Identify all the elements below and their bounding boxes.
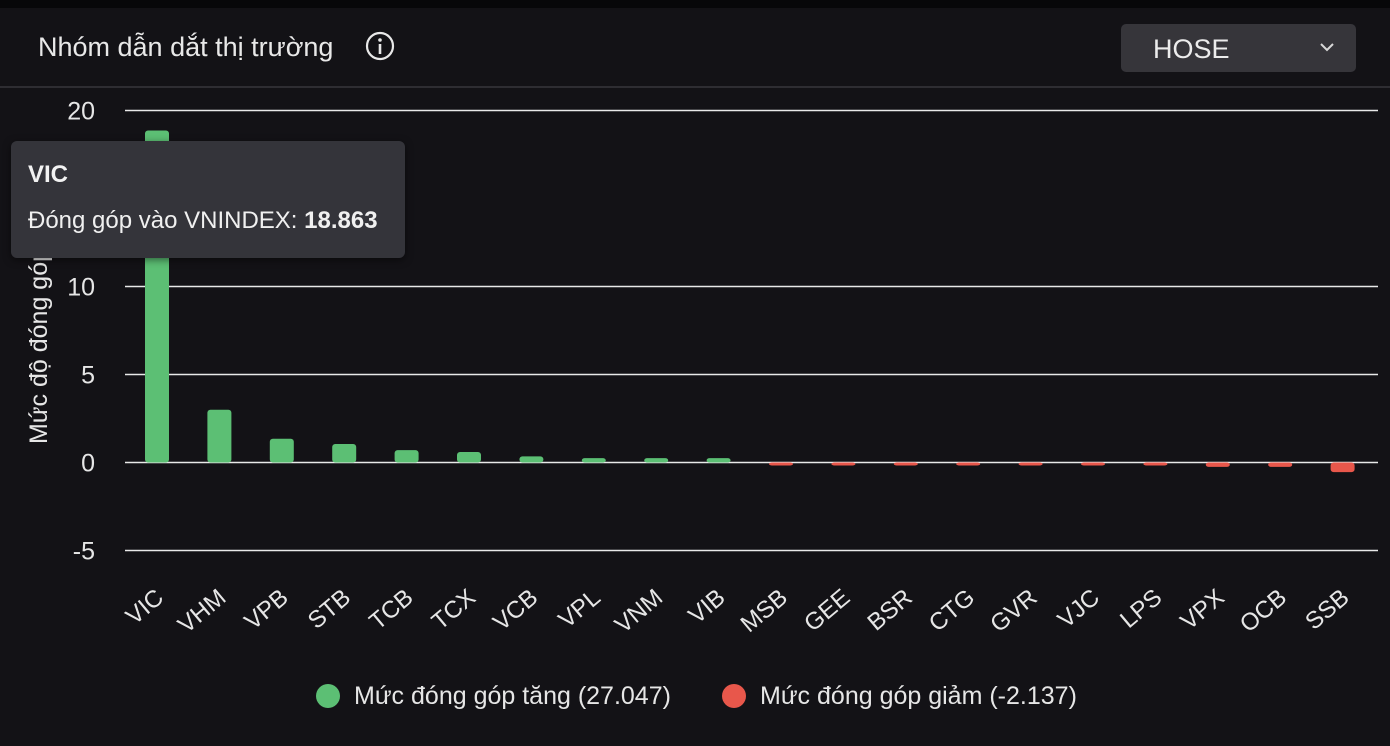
- y-axis-label: Mức độ đóng góp: [25, 248, 53, 444]
- chevron-down-icon: [1320, 43, 1334, 52]
- x-tick-label: VPL: [554, 584, 606, 634]
- x-tick-label: STB: [303, 584, 356, 635]
- x-tick-label: SSB: [1300, 584, 1354, 636]
- x-tick-label: GEE: [799, 584, 855, 637]
- bar-gvr[interactable]: [1018, 462, 1043, 466]
- bar-vpb[interactable]: [269, 438, 294, 463]
- tooltip-value: 18.863: [304, 207, 378, 234]
- top-strip: [0, 0, 1390, 8]
- bar-bsr[interactable]: [893, 462, 918, 466]
- x-tick-label: VPX: [1176, 584, 1230, 636]
- x-tick-label: MSB: [736, 584, 793, 638]
- bar-vnm[interactable]: [644, 458, 669, 463]
- x-tick-label: GVR: [985, 584, 1042, 638]
- bar-vjc[interactable]: [1081, 462, 1105, 466]
- chart-tooltip: VIC Đóng góp vào VNINDEX: 18.863: [11, 141, 405, 258]
- x-tick-label: VPB: [240, 584, 294, 636]
- tooltip-line: Đóng góp vào VNINDEX: 18.863: [28, 207, 388, 235]
- x-tick-label: VCB: [488, 584, 543, 636]
- bar-ssb[interactable]: [1330, 462, 1355, 473]
- x-tick-label: OCB: [1235, 584, 1292, 638]
- widget-header: Nhóm dẫn dắt thị trường HOSE: [0, 8, 1390, 88]
- chart-legend: Mức đóng góp tăng (27.047) Mức đóng góp …: [0, 678, 1390, 714]
- bar-vcb[interactable]: [519, 456, 544, 463]
- x-tick-label: VJC: [1053, 584, 1105, 634]
- y-tick-label: 0: [81, 450, 95, 478]
- legend-label-decrease: Mức đóng góp giảm (-2.137): [760, 682, 1077, 710]
- x-tick-label: VHM: [173, 584, 231, 639]
- x-tick-label: TCB: [364, 584, 418, 636]
- y-tick-label: 20: [67, 98, 95, 126]
- exchange-select[interactable]: HOSE: [1121, 24, 1356, 72]
- bar-vpx[interactable]: [1205, 462, 1230, 467]
- tooltip-label: Đóng góp vào VNINDEX:: [28, 207, 305, 234]
- bar-ocb[interactable]: [1268, 462, 1293, 467]
- y-tick-label: 10: [67, 274, 95, 302]
- legend-item-decrease[interactable]: Mức đóng góp giảm (-2.137): [722, 678, 1092, 714]
- bar-gee[interactable]: [831, 462, 856, 466]
- widget-title: Nhóm dẫn dắt thị trường: [38, 32, 334, 62]
- x-tick-label: BSR: [862, 584, 917, 636]
- legend-item-increase[interactable]: Mức đóng góp tăng (27.047): [316, 678, 686, 714]
- bar-msb[interactable]: [769, 462, 793, 466]
- bar-vhm[interactable]: [207, 409, 232, 463]
- legend-dot-increase: [316, 684, 340, 708]
- legend-dot-decrease: [722, 684, 746, 708]
- y-tick-label: 5: [81, 362, 95, 390]
- bar-tcx[interactable]: [457, 451, 481, 463]
- x-tick-label: TCX: [427, 584, 481, 636]
- x-tick-label: CTG: [924, 584, 980, 637]
- bar-vib[interactable]: [706, 458, 731, 463]
- legend-label-increase: Mức đóng góp tăng (27.047): [354, 682, 671, 710]
- x-tick-label: VIC: [121, 584, 169, 630]
- bar-stb[interactable]: [332, 444, 357, 463]
- x-tick-label: VNM: [610, 584, 668, 639]
- bar-ctg[interactable]: [956, 462, 981, 466]
- tooltip-title: VIC: [28, 161, 69, 188]
- exchange-select-value: HOSE: [1153, 34, 1230, 64]
- info-circle-icon[interactable]: [364, 30, 396, 62]
- bar-lps[interactable]: [1143, 462, 1168, 466]
- bar-tcb[interactable]: [394, 450, 419, 463]
- x-tick-label: LPS: [1115, 584, 1167, 634]
- x-tick-label: VIB: [683, 584, 730, 630]
- y-tick-label: -5: [73, 538, 95, 566]
- bar-vpl[interactable]: [581, 458, 606, 463]
